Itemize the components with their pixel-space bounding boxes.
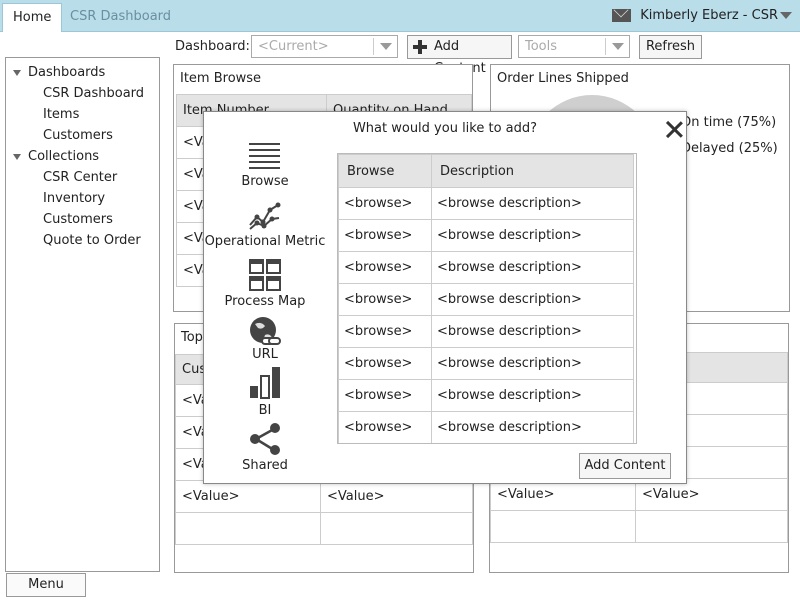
column-header-browse[interactable]: Browse xyxy=(338,154,432,188)
navigation-tree: Dashboards CSR Dashboard Items Customers… xyxy=(5,57,160,572)
tools-select-value: Tools xyxy=(525,39,558,54)
chevron-down-icon xyxy=(605,38,629,55)
table-row[interactable]: <browse> <browse description> xyxy=(338,251,634,284)
process-map-icon xyxy=(249,259,281,291)
column-header-description[interactable]: Description xyxy=(431,154,634,188)
tab-csr-dashboard[interactable]: CSR Dashboard xyxy=(60,3,181,32)
top-bar: Home CSR Dashboard Kimberly Eberz - CSR xyxy=(0,0,800,32)
option-label: Browse xyxy=(241,174,289,189)
chevron-down-icon xyxy=(373,38,397,55)
legend-delayed: Delayed (25%) xyxy=(681,141,778,156)
table-row[interactable]: <browse> <browse description> xyxy=(338,187,634,220)
plus-icon xyxy=(413,40,427,54)
table-row[interactable]: <browse> <browse description> xyxy=(338,283,634,316)
tree-item-customers[interactable]: Customers xyxy=(43,128,113,143)
description-cell: <browse description> xyxy=(431,315,634,348)
description-cell: <browse description> xyxy=(431,411,634,443)
option-label: BI xyxy=(258,403,272,418)
collapse-arrow-icon[interactable] xyxy=(13,70,21,76)
option-label: URL xyxy=(252,347,278,362)
option-shared[interactable]: Shared xyxy=(204,421,326,477)
url-globe-icon xyxy=(250,317,281,345)
tree-item-csr-dashboard[interactable]: CSR Dashboard xyxy=(43,86,144,101)
add-content-dialog: What would you like to add? Browse Opera… xyxy=(203,111,687,484)
table-cell: <Value> xyxy=(175,480,321,513)
description-cell: <browse description> xyxy=(431,379,634,412)
description-cell: <browse description> xyxy=(431,283,634,316)
table-row[interactable] xyxy=(490,510,788,543)
description-cell: <browse description> xyxy=(431,251,634,284)
option-browse[interactable]: Browse xyxy=(204,138,326,192)
table-cell xyxy=(320,512,473,545)
browse-cell: <browse> xyxy=(338,283,432,316)
table-cell xyxy=(175,512,321,545)
legend-on-time: On time (75%) xyxy=(681,115,777,130)
table-row[interactable] xyxy=(175,512,473,545)
table-row[interactable]: <Value> <Value> xyxy=(175,480,473,513)
dashboard-label: Dashboard: xyxy=(175,39,250,54)
option-label: Operational Metric xyxy=(204,234,326,249)
tree-group-collections[interactable]: Collections xyxy=(28,149,99,164)
tree-group-dashboards[interactable]: Dashboards xyxy=(28,65,105,80)
mail-icon[interactable] xyxy=(612,9,631,22)
dashboard-select-value: <Current> xyxy=(258,39,329,54)
dashboard-select[interactable]: <Current> xyxy=(251,35,398,58)
table-row[interactable]: <browse> <browse description> xyxy=(338,379,634,412)
browse-list: Browse Description <browse> <browse descr… xyxy=(337,153,637,444)
option-label: Process Map xyxy=(224,294,306,309)
user-menu[interactable]: Kimberly Eberz - CSR xyxy=(640,0,778,31)
table-cell xyxy=(635,510,788,543)
collapse-arrow-icon[interactable] xyxy=(13,154,21,160)
table-cell: <Value> xyxy=(320,480,473,513)
tab-home[interactable]: Home xyxy=(2,3,63,32)
menu-button[interactable]: Menu xyxy=(6,573,86,597)
refresh-button[interactable]: Refresh xyxy=(639,35,702,59)
share-icon xyxy=(250,423,280,455)
tree-item-items[interactable]: Items xyxy=(43,107,79,122)
browse-icon xyxy=(249,143,280,169)
browse-cell: <browse> xyxy=(338,315,432,348)
table-row[interactable]: <browse> <browse description> xyxy=(338,219,634,252)
panel-title: Item Browse xyxy=(180,71,262,86)
panel-title: Order Lines Shipped xyxy=(497,71,629,86)
option-process-map[interactable]: Process Map xyxy=(204,258,326,312)
bi-bar-chart-icon xyxy=(250,367,280,399)
chevron-down-icon[interactable] xyxy=(780,12,792,19)
browse-cell: <browse> xyxy=(338,251,432,284)
option-label: Shared xyxy=(242,458,288,473)
browse-cell: <browse> xyxy=(338,347,432,380)
table-cell xyxy=(490,510,636,543)
description-cell: <browse description> xyxy=(431,187,634,220)
browse-cell: <browse> xyxy=(338,187,432,220)
tree-item-customers[interactable]: Customers xyxy=(43,212,113,227)
option-operational-metric[interactable]: Operational Metric xyxy=(204,200,326,252)
user-name: Kimberly Eberz - CSR xyxy=(640,8,778,23)
browse-table: Browse Description <browse> <browse descr… xyxy=(338,154,634,443)
tools-select[interactable]: Tools xyxy=(518,35,630,58)
browse-cell: <browse> xyxy=(338,219,432,252)
panel-title: Top xyxy=(181,330,203,345)
add-content-button[interactable]: Add Content xyxy=(407,35,512,76)
browse-cell: <browse> xyxy=(338,379,432,412)
tree-item-inventory[interactable]: Inventory xyxy=(43,191,105,206)
table-row[interactable]: <browse> <browse description> xyxy=(338,411,634,443)
option-bi[interactable]: BI xyxy=(204,366,326,420)
table-row[interactable]: <browse> <browse description> xyxy=(338,347,634,380)
operational-metric-icon xyxy=(249,202,281,230)
dialog-title: What would you like to add? xyxy=(352,121,538,136)
description-cell: <browse description> xyxy=(431,347,634,380)
option-url[interactable]: URL xyxy=(204,315,326,367)
tree-item-csr-center[interactable]: CSR Center xyxy=(43,170,117,185)
table-row[interactable]: <browse> <browse description> xyxy=(338,315,634,348)
description-cell: <browse description> xyxy=(431,219,634,252)
tree-item-quote-to-order[interactable]: Quote to Order xyxy=(43,233,141,248)
dialog-add-content-button[interactable]: Add Content xyxy=(579,453,671,479)
browse-cell: <browse> xyxy=(338,411,432,443)
close-icon[interactable] xyxy=(662,117,686,141)
